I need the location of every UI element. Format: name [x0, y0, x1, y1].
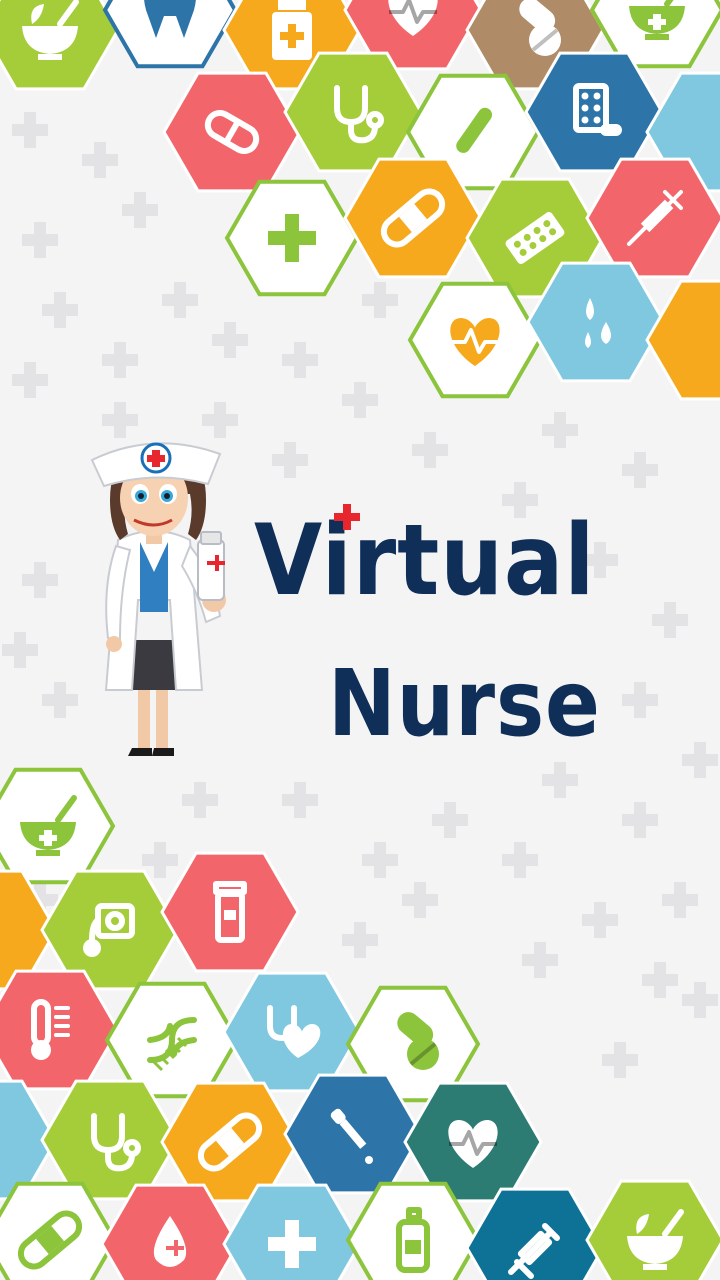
mortar-herbs-tile-bottom [585, 1179, 720, 1280]
heart-monitor-tile [407, 281, 543, 399]
bandage-tile-bottom [160, 1081, 300, 1203]
tooth-tile [102, 0, 238, 69]
orange-edge-tile [645, 279, 720, 401]
medicine-bottle-icon [272, 0, 312, 60]
pill-bottle-tile [160, 851, 300, 973]
mortar-tile-bottom [0, 767, 116, 885]
red-cross-icon [334, 504, 360, 530]
ampoule-tile [465, 1187, 605, 1280]
capsule-tile [162, 71, 302, 193]
app-title-line-2: Nurse [328, 650, 601, 757]
syringe-tile [585, 157, 720, 279]
stethoscope-heart-tile [222, 971, 362, 1093]
stethoscope-tile-bottom [40, 1079, 180, 1201]
mortar-herbs-tile [0, 0, 120, 91]
top-hexagon-cluster [0, 0, 720, 401]
bottom-hexagon-cluster [0, 767, 720, 1280]
app-title-line-1: Virtual [254, 504, 596, 618]
cross-tile [224, 179, 360, 297]
dna-tile [104, 981, 240, 1099]
app-title: Virtual Nurse [248, 500, 648, 780]
nurse-mascot [90, 442, 226, 756]
